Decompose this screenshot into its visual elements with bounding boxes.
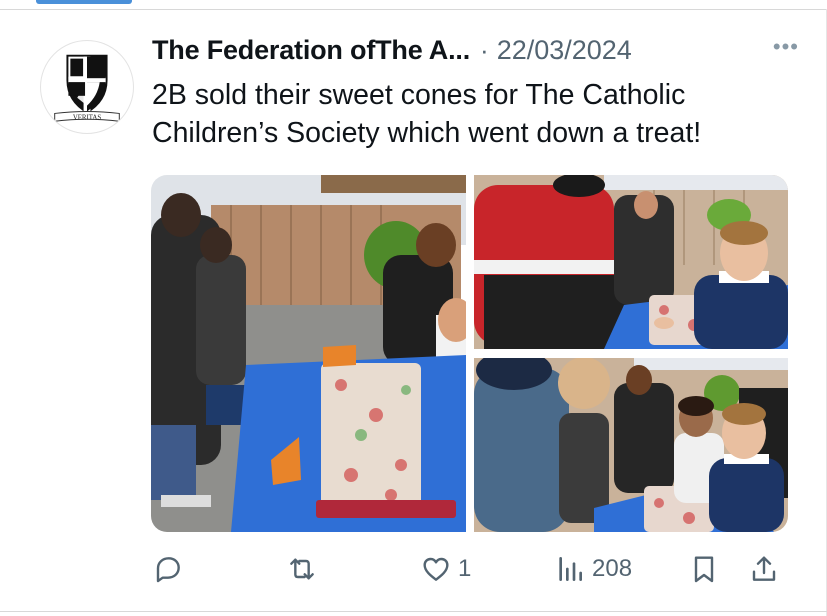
repost-icon: [290, 558, 314, 580]
share-button[interactable]: [748, 545, 780, 593]
top-accent-bar: [36, 0, 132, 4]
avatar-motto: VERITAS: [73, 114, 102, 121]
media-grid: [151, 175, 788, 532]
like-count: 1: [458, 555, 472, 582]
like-button[interactable]: 1: [420, 545, 471, 593]
bookmark-button[interactable]: [688, 545, 720, 593]
divider: [0, 9, 827, 10]
post-text: 2B sold their sweet cones for The Cathol…: [152, 79, 702, 149]
post-date[interactable]: 22/03/2024: [497, 35, 632, 66]
shield-crest-icon: VERITAS: [54, 54, 120, 122]
divider: [0, 611, 827, 612]
photo-children-and-customers[interactable]: [474, 358, 788, 532]
repost-button[interactable]: [286, 545, 324, 593]
photo-boy-at-table[interactable]: [474, 175, 788, 349]
avatar[interactable]: VERITAS: [40, 40, 134, 134]
reply-button[interactable]: [152, 545, 190, 593]
action-bar: 1 208: [150, 545, 790, 593]
share-icon: [752, 556, 776, 581]
separator-dot: ·: [480, 34, 489, 65]
post-header: The Federation ofThe A... · 22/03/2024 •…: [152, 30, 807, 70]
heart-icon: [423, 557, 449, 581]
views-count: 208: [592, 555, 633, 582]
more-options-button[interactable]: •••: [773, 34, 799, 60]
bookmark-icon: [694, 556, 714, 583]
views-button[interactable]: 208: [554, 545, 632, 593]
photo-children-selling-sweets[interactable]: [151, 175, 466, 532]
author-name[interactable]: The Federation ofThe A...: [152, 35, 470, 66]
views-icon: [559, 557, 582, 581]
reply-icon: [156, 557, 180, 583]
